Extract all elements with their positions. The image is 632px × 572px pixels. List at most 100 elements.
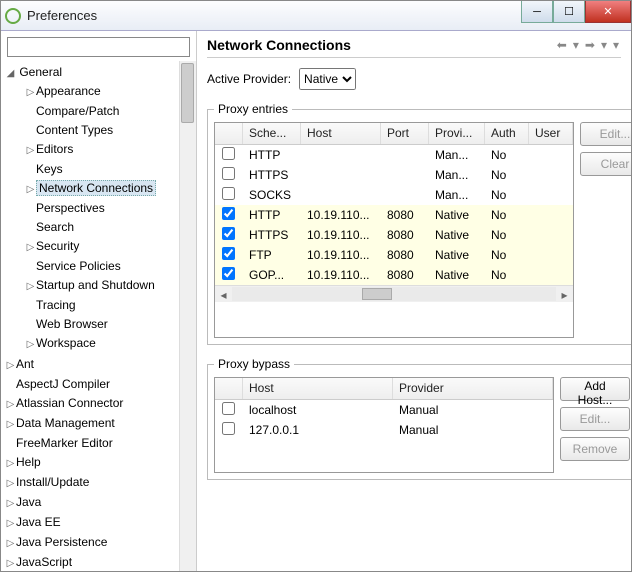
nav-back-menu[interactable]: ▾ xyxy=(571,38,581,52)
tree-node[interactable]: Tracing xyxy=(21,296,196,315)
row-checkbox[interactable] xyxy=(222,247,235,260)
expand-icon[interactable]: ▷ xyxy=(5,357,16,374)
table-row[interactable]: HTTPMan...No xyxy=(215,145,573,165)
bypass-add-button[interactable]: Add Host... xyxy=(560,377,630,401)
expand-icon[interactable]: ▷ xyxy=(25,181,36,198)
tree-node[interactable]: AspectJ Compiler xyxy=(1,375,196,394)
tree-node[interactable]: ▷Java EE xyxy=(1,513,196,533)
table-row[interactable]: HTTPS10.19.110...8080NativeNo xyxy=(215,225,573,245)
table-row[interactable]: HTTPSMan...No xyxy=(215,165,573,185)
expand-icon[interactable]: ▷ xyxy=(5,416,16,433)
close-button[interactable]: ✕ xyxy=(585,1,631,23)
expand-icon[interactable]: ▷ xyxy=(25,84,36,101)
table-row[interactable]: 127.0.0.1Manual xyxy=(215,420,553,440)
filter-input[interactable] xyxy=(8,38,189,56)
expand-icon[interactable]: ▷ xyxy=(5,396,16,413)
table-row[interactable]: SOCKSMan...No xyxy=(215,185,573,205)
tree-node[interactable]: ▷Security xyxy=(21,237,196,257)
row-checkbox[interactable] xyxy=(222,207,235,220)
active-provider-select[interactable]: Native xyxy=(299,68,356,90)
tree-label: Keys xyxy=(36,162,63,176)
tree-node[interactable]: ▷JavaScript xyxy=(1,553,196,571)
tree-label: Search xyxy=(36,220,74,234)
tree-node[interactable]: ▷Java xyxy=(1,493,196,513)
tree-scrollbar[interactable] xyxy=(179,61,196,571)
proxy-bypass-table[interactable]: Host Provider localhostManual127.0.0.1Ma… xyxy=(214,377,554,473)
minimize-button[interactable]: ─ xyxy=(521,1,553,23)
maximize-button[interactable]: ☐ xyxy=(553,1,585,23)
expand-icon[interactable]: ▷ xyxy=(5,555,16,571)
col-scheme[interactable]: Sche... xyxy=(243,123,301,144)
expand-icon[interactable]: ▷ xyxy=(5,475,16,492)
tree-node-general[interactable]: ◢ General ▷AppearanceCompare/PatchConten… xyxy=(1,63,196,355)
row-checkbox[interactable] xyxy=(222,187,235,200)
row-checkbox[interactable] xyxy=(222,402,235,415)
tree-node[interactable]: ▷Java Persistence xyxy=(1,533,196,553)
tree-node[interactable]: Web Browser xyxy=(21,315,196,334)
scroll-right-icon[interactable]: ▸ xyxy=(556,286,573,303)
proxy-edit-button[interactable]: Edit... xyxy=(580,122,631,146)
tree-node[interactable]: Keys xyxy=(21,160,196,179)
expand-icon[interactable]: ▷ xyxy=(5,455,16,472)
tree-node[interactable]: Service Policies xyxy=(21,257,196,276)
expand-icon[interactable]: ▷ xyxy=(5,495,16,512)
tree-node[interactable]: ▷Data Management xyxy=(1,414,196,434)
tree-label: Perspectives xyxy=(36,201,105,215)
window-buttons: ─ ☐ ✕ xyxy=(521,1,631,23)
tree-node[interactable]: ▷Startup and Shutdown xyxy=(21,276,196,296)
col-auth[interactable]: Auth xyxy=(485,123,529,144)
row-checkbox[interactable] xyxy=(222,147,235,160)
col-host[interactable]: Host xyxy=(301,123,381,144)
cell-provider: Man... xyxy=(429,145,485,165)
tree-node[interactable]: FreeMarker Editor xyxy=(1,434,196,453)
bypass-edit-button[interactable]: Edit... xyxy=(560,407,630,431)
table-row[interactable]: FTP10.19.110...8080NativeNo xyxy=(215,245,573,265)
col-provider[interactable]: Provi... xyxy=(429,123,485,144)
col-bypass-provider[interactable]: Provider xyxy=(393,378,553,399)
row-checkbox[interactable] xyxy=(222,267,235,280)
collapse-icon[interactable]: ◢ xyxy=(5,65,16,82)
nav-forward-menu[interactable]: ▾ xyxy=(599,38,609,52)
tree-node[interactable]: ▷Help xyxy=(1,453,196,473)
tree-node[interactable]: Search xyxy=(21,218,196,237)
expand-icon[interactable]: ▷ xyxy=(5,515,16,532)
col-bypass-host[interactable]: Host xyxy=(243,378,393,399)
proxy-hscroll[interactable]: ◂ ▸ xyxy=(215,285,573,302)
cell-user xyxy=(529,232,573,238)
nav-menu-icon[interactable]: ▾ xyxy=(611,38,621,52)
expand-icon[interactable]: ▷ xyxy=(25,239,36,256)
tree-node[interactable]: ▷Appearance xyxy=(21,82,196,102)
tree-node[interactable]: ▷Editors xyxy=(21,140,196,160)
tree-node[interactable]: Content Types xyxy=(21,121,196,140)
row-checkbox[interactable] xyxy=(222,167,235,180)
nav-back-icon[interactable]: ⬅ xyxy=(555,38,569,52)
preferences-tree[interactable]: ◢ General ▷AppearanceCompare/PatchConten… xyxy=(1,61,196,571)
nav-forward-icon[interactable]: ➡ xyxy=(583,38,597,52)
hscroll-thumb[interactable] xyxy=(362,288,392,300)
row-checkbox[interactable] xyxy=(222,227,235,240)
bypass-remove-button[interactable]: Remove xyxy=(560,437,630,461)
tree-node[interactable]: ▷Install/Update xyxy=(1,473,196,493)
tree-node[interactable]: Compare/Patch xyxy=(21,102,196,121)
col-user[interactable]: User xyxy=(529,123,573,144)
tree-node[interactable]: ▷Network Connections xyxy=(21,179,196,199)
table-row[interactable]: GOP...10.19.110...8080NativeNo xyxy=(215,265,573,285)
scroll-left-icon[interactable]: ◂ xyxy=(215,286,232,303)
tree-node[interactable]: ▷Ant xyxy=(1,355,196,375)
tree-node[interactable]: Perspectives xyxy=(21,199,196,218)
cell-user xyxy=(529,272,573,278)
expand-icon[interactable]: ▷ xyxy=(25,336,36,353)
table-row[interactable]: localhostManual xyxy=(215,400,553,420)
col-port[interactable]: Port xyxy=(381,123,429,144)
expand-icon[interactable]: ▷ xyxy=(5,535,16,552)
scrollbar-thumb[interactable] xyxy=(181,63,194,123)
row-checkbox[interactable] xyxy=(222,422,235,435)
expand-icon[interactable]: ▷ xyxy=(25,142,36,159)
proxy-entries-table[interactable]: Sche... Host Port Provi... Auth User HTT… xyxy=(214,122,574,338)
table-row[interactable]: HTTP10.19.110...8080NativeNo xyxy=(215,205,573,225)
cell-auth: No xyxy=(485,145,529,165)
proxy-clear-button[interactable]: Clear xyxy=(580,152,631,176)
tree-node[interactable]: ▷Atlassian Connector xyxy=(1,394,196,414)
tree-node[interactable]: ▷Workspace xyxy=(21,334,196,354)
expand-icon[interactable]: ▷ xyxy=(25,278,36,295)
